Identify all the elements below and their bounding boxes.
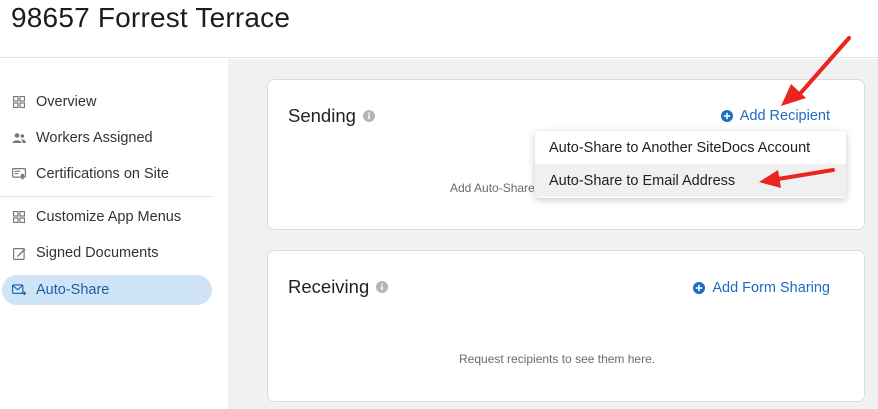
plus-circle-icon <box>720 110 733 122</box>
sidebar-divider <box>0 196 213 197</box>
sidebar: Overview Workers Assigned Certifications… <box>0 59 228 409</box>
info-icon[interactable] <box>376 281 389 293</box>
menu-item-auto-share-email-address[interactable]: Auto-Share to Email Address <box>535 164 846 197</box>
sidebar-item-auto-share[interactable]: Auto-Share <box>2 275 212 305</box>
receiving-card: Receiving Add Form Sharing Request recip… <box>267 250 865 402</box>
sidebar-item-label: Workers Assigned <box>36 130 153 146</box>
sidebar-item-certifications-on-site[interactable]: Certifications on Site <box>2 159 212 189</box>
sidebar-item-label: Certifications on Site <box>36 166 169 182</box>
sending-title-text: Sending <box>288 105 356 126</box>
menu-item-auto-share-sitedocs-account[interactable]: Auto-Share to Another SiteDocs Account <box>535 131 846 164</box>
people-icon <box>12 131 26 145</box>
grid-icon <box>12 210 26 224</box>
sidebar-item-overview[interactable]: Overview <box>2 87 212 117</box>
sidebar-item-label: Overview <box>36 94 97 110</box>
add-recipient-dropdown-menu: Auto-Share to Another SiteDocs Account A… <box>535 131 846 198</box>
certificate-icon <box>12 167 26 181</box>
plus-circle-icon <box>693 282 706 294</box>
sidebar-item-workers-assigned[interactable]: Workers Assigned <box>2 123 212 153</box>
sidebar-item-signed-documents[interactable]: Signed Documents <box>2 238 212 268</box>
add-form-sharing-label: Add Form Sharing <box>712 280 830 296</box>
info-icon[interactable] <box>362 110 375 122</box>
receiving-title: Receiving <box>288 276 389 298</box>
receiving-title-text: Receiving <box>288 276 370 297</box>
mail-forward-icon <box>12 283 26 297</box>
sidebar-item-customize-app-menus[interactable]: Customize App Menus <box>2 202 212 232</box>
add-recipient-button[interactable]: Add Recipient <box>720 108 830 124</box>
page-title: 98657 Forrest Terrace <box>11 2 291 33</box>
sending-empty-text: Add Auto-Share <box>450 181 535 195</box>
main-content: Sending Add Recipient Add Auto-Share Rec… <box>228 59 878 409</box>
add-recipient-label: Add Recipient <box>739 108 830 124</box>
receiving-empty-text: Request recipients to see them here. <box>459 352 656 366</box>
sending-title: Sending <box>288 105 375 127</box>
sidebar-item-label: Auto-Share <box>36 282 110 298</box>
sidebar-item-label: Signed Documents <box>36 245 159 261</box>
sidebar-item-label: Customize App Menus <box>36 209 182 225</box>
grid-icon <box>12 95 26 109</box>
page-header: 98657 Forrest Terrace <box>0 0 878 58</box>
pencil-edit-icon <box>12 246 26 260</box>
add-form-sharing-button[interactable]: Add Form Sharing <box>693 280 830 296</box>
